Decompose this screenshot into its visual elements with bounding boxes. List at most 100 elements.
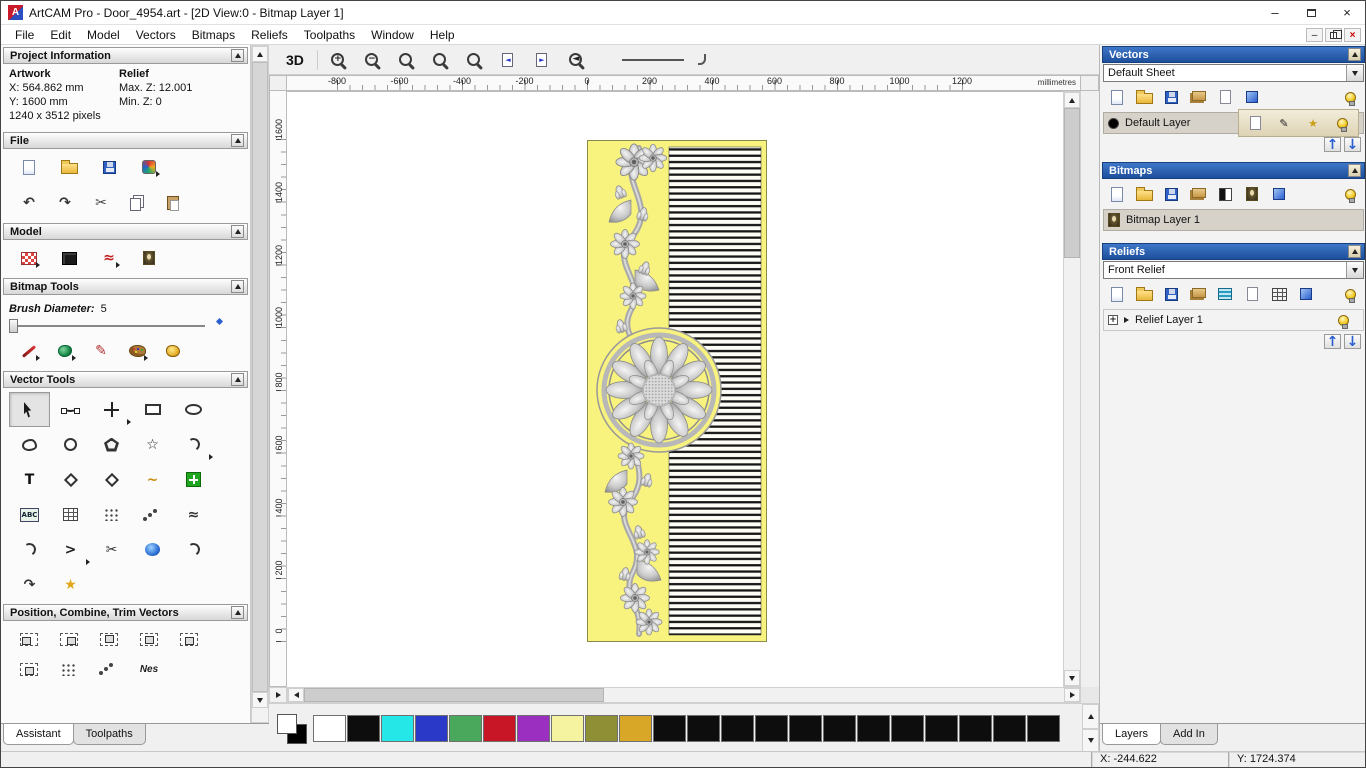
canvas-hscroll-thumb[interactable] bbox=[304, 688, 604, 702]
palette-swatch-18[interactable] bbox=[925, 715, 958, 742]
new-model[interactable] bbox=[17, 155, 41, 179]
flood-fill[interactable] bbox=[53, 339, 77, 363]
layer-visibility[interactable] bbox=[1330, 111, 1354, 135]
redo[interactable]: ↷ bbox=[53, 191, 77, 215]
paste[interactable] bbox=[161, 191, 185, 215]
palette-swatch-14[interactable] bbox=[789, 715, 822, 742]
bitmap-to-vector[interactable] bbox=[173, 462, 214, 497]
open-relief-layer[interactable] bbox=[1135, 286, 1153, 302]
child-restore-button[interactable] bbox=[1325, 28, 1342, 42]
collapse-bitmaps-button[interactable] bbox=[1348, 164, 1361, 177]
delete-vector-layer[interactable] bbox=[1243, 89, 1261, 105]
palette-swatch-12[interactable] bbox=[721, 715, 754, 742]
zoom-out[interactable]: − bbox=[360, 48, 384, 72]
collapse-reliefs-button[interactable] bbox=[1348, 245, 1361, 258]
primary-colour-swatch[interactable] bbox=[277, 713, 297, 734]
load-reference-bitmap[interactable] bbox=[137, 246, 161, 270]
centre-in-page[interactable] bbox=[17, 657, 41, 681]
zoom-previous[interactable]: ◄ bbox=[564, 48, 588, 72]
menu-item-toolpaths[interactable]: Toolpaths bbox=[296, 26, 363, 44]
minimize-button[interactable]: – bbox=[1257, 1, 1293, 24]
palette-swatch-3[interactable] bbox=[415, 715, 448, 742]
maximize-button[interactable] bbox=[1293, 1, 1329, 24]
move-vector-layer-down[interactable]: ↓ bbox=[1344, 137, 1361, 152]
create-rectangle[interactable] bbox=[132, 392, 173, 427]
join-vectors[interactable]: > bbox=[50, 532, 91, 567]
draw-tool[interactable] bbox=[17, 339, 41, 363]
menu-item-help[interactable]: Help bbox=[422, 26, 463, 44]
menu-item-window[interactable]: Window bbox=[363, 26, 422, 44]
palette-swatch-7[interactable] bbox=[551, 715, 584, 742]
move-relief-layer-down[interactable]: ↓ bbox=[1344, 334, 1361, 349]
fit-curve-to-points[interactable]: ↷ bbox=[9, 567, 50, 602]
new-sheet[interactable] bbox=[1216, 89, 1234, 105]
menu-item-vectors[interactable]: Vectors bbox=[128, 26, 184, 44]
toggle-all-bitmaps-visibility[interactable] bbox=[1341, 186, 1359, 203]
create-ellipse[interactable] bbox=[173, 392, 214, 427]
greyscale-preview[interactable] bbox=[1243, 186, 1261, 202]
palette-swatch-20[interactable] bbox=[993, 715, 1026, 742]
palette-swatch-13[interactable] bbox=[755, 715, 788, 742]
collapse-project-information-button[interactable] bbox=[231, 49, 244, 62]
align-centre[interactable] bbox=[177, 627, 201, 651]
next-sheet[interactable]: ► bbox=[530, 48, 554, 72]
create-circle[interactable] bbox=[50, 427, 91, 462]
palette-swatch-15[interactable] bbox=[823, 715, 856, 742]
palette-swatch-4[interactable] bbox=[449, 715, 482, 742]
paste-in-position[interactable] bbox=[57, 657, 81, 681]
import-vectors[interactable] bbox=[1189, 89, 1207, 105]
collapse-bitmap-tools-button[interactable] bbox=[231, 280, 244, 293]
undo[interactable]: ↶ bbox=[17, 191, 41, 215]
eraser[interactable] bbox=[161, 339, 185, 363]
bitmap-layer-row[interactable]: Bitmap Layer 1 bbox=[1103, 209, 1364, 231]
scroll-down-button[interactable] bbox=[252, 692, 268, 708]
adjust-model-size[interactable] bbox=[57, 246, 81, 270]
menu-item-model[interactable]: Model bbox=[79, 26, 128, 44]
colour-palette[interactable] bbox=[125, 339, 149, 363]
relief-dropdown[interactable]: Front Relief bbox=[1103, 261, 1364, 279]
pick-colour[interactable]: ✎ bbox=[89, 339, 113, 363]
import-3d-model[interactable] bbox=[137, 155, 161, 179]
block-copy[interactable] bbox=[91, 497, 132, 532]
model-notes[interactable]: ≈ bbox=[97, 246, 121, 270]
fillet-corners[interactable] bbox=[173, 532, 214, 567]
close-button[interactable]: × bbox=[1329, 1, 1365, 24]
import-bitmap[interactable] bbox=[1189, 186, 1207, 202]
canvas-scroll-down-button[interactable] bbox=[1064, 670, 1080, 686]
calculate-relief[interactable] bbox=[1270, 286, 1288, 302]
canvas-scroll-up-button[interactable] bbox=[1064, 92, 1080, 108]
palette-swatch-6[interactable] bbox=[517, 715, 550, 742]
paste-along-curve[interactable]: ~ bbox=[132, 462, 173, 497]
palette-swatch-9[interactable] bbox=[619, 715, 652, 742]
scatter-copies[interactable] bbox=[97, 657, 121, 681]
zoom-to-box[interactable] bbox=[394, 48, 418, 72]
bitmap-contrast[interactable] bbox=[1216, 186, 1234, 202]
align-left[interactable] bbox=[17, 627, 41, 651]
smooth-relief[interactable] bbox=[1216, 286, 1234, 302]
zoom-in[interactable]: + bbox=[326, 48, 350, 72]
palette-swatch-21[interactable] bbox=[1027, 715, 1060, 742]
layers-tab-add-in[interactable]: Add In bbox=[1160, 724, 1218, 745]
toggle-all-vectors-visibility[interactable] bbox=[1341, 89, 1359, 106]
layer-colour[interactable]: ★ bbox=[1301, 111, 1325, 135]
save-relief-layer[interactable] bbox=[1162, 286, 1180, 302]
assistant-tab-toolpaths[interactable]: Toolpaths bbox=[72, 724, 146, 745]
new-bitmap-layer[interactable] bbox=[1108, 186, 1126, 202]
view-3d-button[interactable]: 3D bbox=[281, 50, 309, 70]
palette-swatch-11[interactable] bbox=[687, 715, 720, 742]
create-freehand-shape[interactable] bbox=[9, 427, 50, 462]
primary-secondary-colours[interactable] bbox=[275, 712, 309, 746]
palette-swatch-1[interactable] bbox=[347, 715, 380, 742]
brush-diameter-slider[interactable] bbox=[9, 319, 205, 333]
scroll-up-button[interactable] bbox=[252, 46, 268, 62]
open-bitmap-layer[interactable] bbox=[1135, 186, 1153, 202]
palette-swatch-2[interactable] bbox=[381, 715, 414, 742]
collapse-position-button[interactable] bbox=[231, 606, 244, 619]
canvas-vscroll-thumb[interactable] bbox=[1064, 108, 1080, 258]
palette-scroll-up-button[interactable] bbox=[1082, 704, 1099, 729]
relief-layer-visibility[interactable] bbox=[1331, 308, 1355, 332]
palette-swatch-17[interactable] bbox=[891, 715, 924, 742]
fit-arcs-to-curve[interactable]: ≈ bbox=[173, 497, 214, 532]
canvas-scroll-right-button[interactable] bbox=[1064, 688, 1080, 702]
copy[interactable] bbox=[125, 191, 149, 215]
